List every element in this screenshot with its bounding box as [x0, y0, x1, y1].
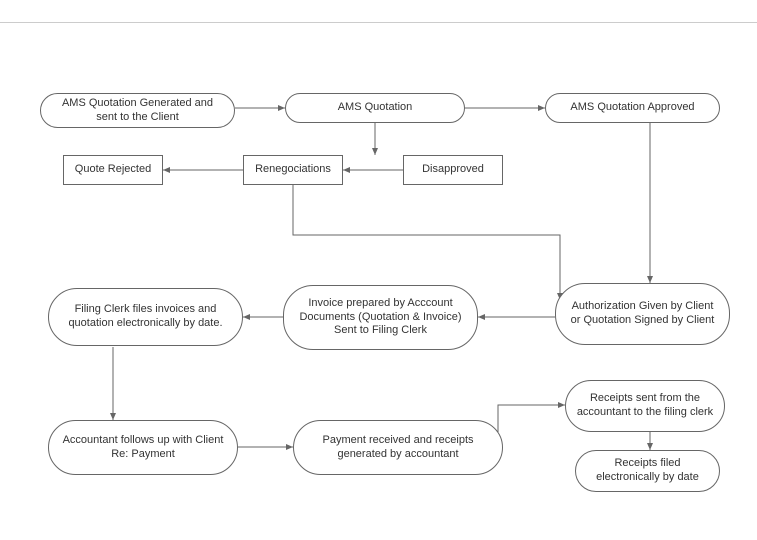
node-quote-rejected: Quote Rejected	[63, 155, 163, 185]
node-renegociations: Renegociations	[243, 155, 343, 185]
nodes-layer: AMS Quotation Generated and sent to the …	[0, 0, 757, 540]
node-disapproved: Disapproved	[403, 155, 503, 185]
node-filing-clerk-files: Filing Clerk files invoices and quotatio…	[48, 288, 243, 346]
node-invoice-prepared: Invoice prepared by Acccount Documents (…	[283, 285, 478, 350]
node-ams-quotation: AMS Quotation	[285, 93, 465, 123]
node-receipts-filed: Receipts filed electronically by date	[575, 450, 720, 492]
node-receipts-sent: Receipts sent from the accountant to the…	[565, 380, 725, 432]
diagram-page: AMS Quotation Generated and sent to the …	[0, 0, 757, 540]
node-accountant-follows-up: Accountant follows up with Client Re: Pa…	[48, 420, 238, 475]
node-payment-received: Payment received and receipts generated …	[293, 420, 503, 475]
node-ams-quotation-approved: AMS Quotation Approved	[545, 93, 720, 123]
node-authorization: Authorization Given by Client or Quotati…	[555, 283, 730, 345]
node-ams-quotation-generated: AMS Quotation Generated and sent to the …	[40, 93, 235, 128]
